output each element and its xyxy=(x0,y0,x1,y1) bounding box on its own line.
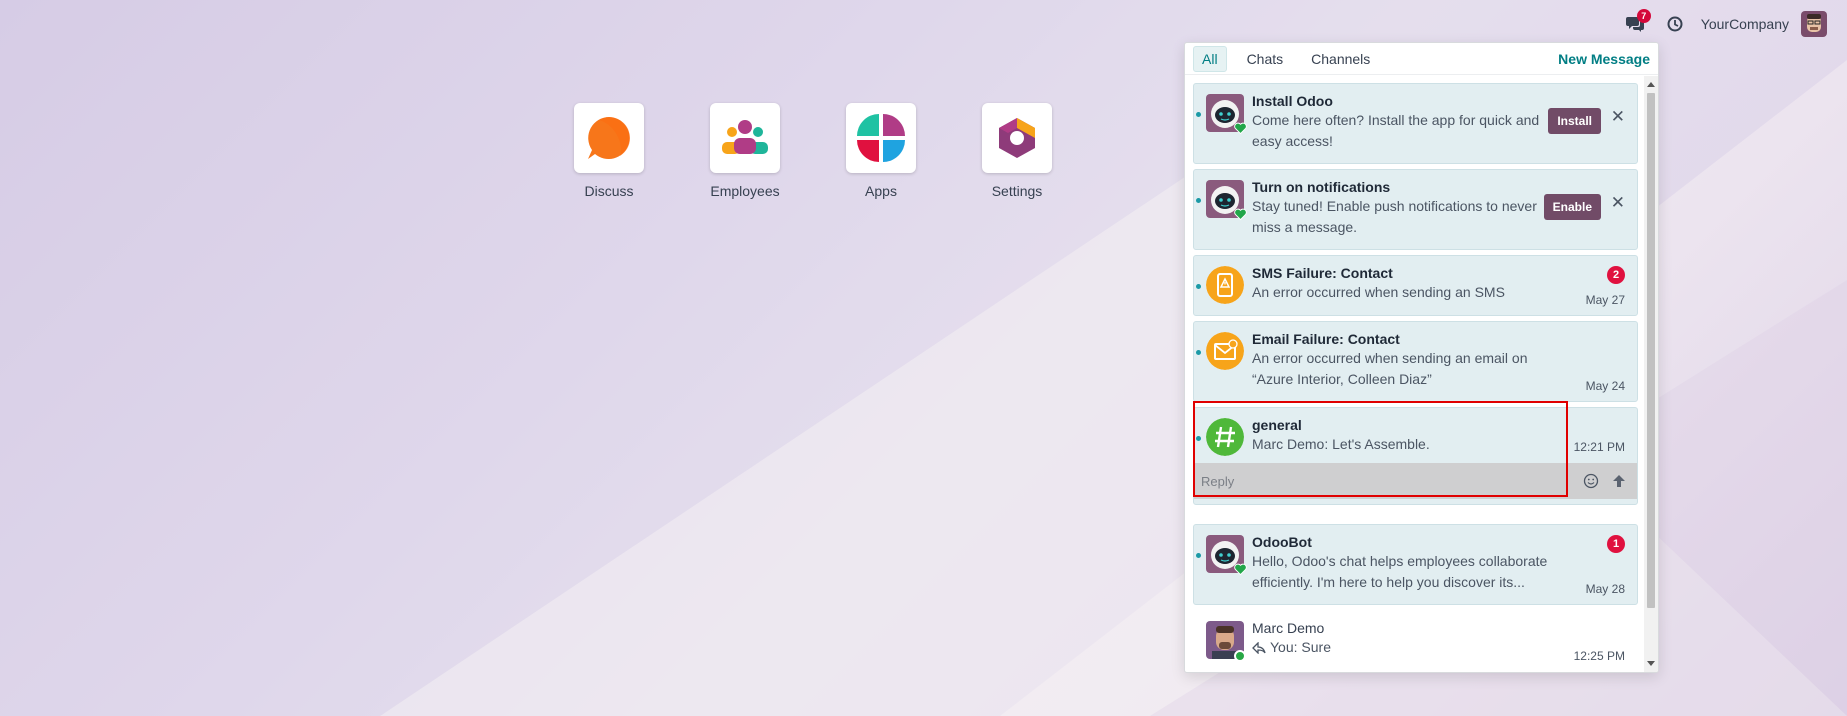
settings-icon xyxy=(999,118,1035,158)
unread-dot xyxy=(1196,284,1201,289)
hashtag-icon xyxy=(1206,418,1244,456)
navbar-systray: 7 YourCompany xyxy=(1621,9,1827,37)
heart-icon xyxy=(1234,208,1247,221)
unread-count-badge: 1 xyxy=(1607,535,1625,553)
conversation-preview: Hello, Odoo's chat helps employees colla… xyxy=(1252,553,1548,590)
app-label: Settings xyxy=(991,183,1043,199)
app-apps[interactable]: Apps xyxy=(813,103,949,199)
conversation-title: OdooBot xyxy=(1252,534,1312,550)
messaging-menu-button[interactable]: 7 xyxy=(1621,9,1651,36)
app-label: Discuss xyxy=(584,183,634,199)
list-item-notifications[interactable]: Turn on notifications Stay tuned! Enable… xyxy=(1193,169,1638,250)
unread-dot xyxy=(1196,350,1201,355)
unread-count-badge: 2 xyxy=(1607,266,1625,284)
clock-icon xyxy=(1667,16,1683,32)
app-grid: Discuss Employees Apps Settings xyxy=(541,103,1085,199)
heart-icon xyxy=(1234,563,1247,576)
new-message-button[interactable]: New Message xyxy=(1558,51,1650,67)
conversation-title: SMS Failure: Contact xyxy=(1252,265,1393,281)
conversation-preview: An error occurred when sending an SMS xyxy=(1252,284,1505,300)
conversation-title: Email Failure: Contact xyxy=(1252,331,1400,347)
reply-composer xyxy=(1194,463,1637,499)
app-settings[interactable]: Settings xyxy=(949,103,1085,199)
app-tile xyxy=(982,103,1052,173)
apps-icon xyxy=(857,114,905,162)
unread-dot xyxy=(1196,553,1201,558)
scroll-up-arrow-icon[interactable] xyxy=(1647,82,1655,87)
app-tile xyxy=(574,103,644,173)
reply-arrow-icon xyxy=(1252,641,1266,654)
discuss-icon xyxy=(588,117,630,159)
conversation-preview: You: Sure xyxy=(1270,639,1331,655)
conversation-time: May 28 xyxy=(1585,582,1625,596)
send-arrow-icon[interactable] xyxy=(1611,473,1627,489)
messaging-panel: All Chats Channels New Message Install O… xyxy=(1184,42,1659,673)
emoji-icon[interactable] xyxy=(1583,473,1599,489)
enable-button[interactable]: Enable xyxy=(1543,194,1601,220)
conversation-time: May 24 xyxy=(1585,379,1625,393)
tab-all[interactable]: All xyxy=(1193,45,1227,72)
unread-dot xyxy=(1196,436,1201,441)
user-avatar[interactable] xyxy=(1801,11,1827,37)
conversation-list: Install Odoo Come here often? Install th… xyxy=(1185,76,1646,672)
reply-input[interactable] xyxy=(1194,463,1564,499)
company-switcher[interactable]: YourCompany xyxy=(1701,16,1789,32)
conversation-preview: An error occurred when sending an email … xyxy=(1252,350,1528,387)
tab-channels[interactable]: Channels xyxy=(1303,47,1378,71)
conversation-time: 12:21 PM xyxy=(1573,440,1625,454)
phone-warning-icon xyxy=(1206,266,1244,304)
close-icon[interactable]: ✕ xyxy=(1611,107,1625,127)
app-employees[interactable]: Employees xyxy=(677,103,813,199)
messaging-tabs: All Chats Channels New Message xyxy=(1185,43,1658,75)
list-item-general[interactable]: general Marc Demo: Let's Assemble. 12:21… xyxy=(1193,407,1638,505)
conversation-preview: Marc Demo: Let's Assemble. xyxy=(1252,436,1430,452)
unread-dot xyxy=(1196,112,1201,117)
conversation-preview: Stay tuned! Enable push notifications to… xyxy=(1252,198,1537,235)
app-label: Employees xyxy=(710,183,780,199)
sms-failure-avatar xyxy=(1206,266,1244,304)
conversation-title: Marc Demo xyxy=(1252,620,1325,636)
list-item-odoobot[interactable]: OdooBot Hello, Odoo's chat helps employe… xyxy=(1193,524,1638,605)
heart-icon xyxy=(1234,122,1247,135)
list-item-sms-failure[interactable]: SMS Failure: Contact An error occurred w… xyxy=(1193,255,1638,316)
conversation-title: general xyxy=(1252,417,1302,433)
list-item-marc-demo[interactable]: Marc Demo You: Sure 12:25 PM xyxy=(1193,610,1638,672)
employees-icon xyxy=(722,120,768,154)
activity-menu-button[interactable] xyxy=(1663,12,1687,36)
app-tile xyxy=(846,103,916,173)
list-item-email-failure[interactable]: Email Failure: Contact An error occurred… xyxy=(1193,321,1638,402)
conversation-preview-row: You: Sure xyxy=(1252,637,1542,658)
scroll-down-arrow-icon[interactable] xyxy=(1647,661,1655,666)
app-tile xyxy=(710,103,780,173)
conversation-scrollbar[interactable] xyxy=(1644,76,1658,672)
envelope-warning-icon xyxy=(1206,332,1244,370)
online-status-dot xyxy=(1234,650,1246,662)
email-failure-avatar xyxy=(1206,332,1244,370)
list-item-install-odoo[interactable]: Install Odoo Come here often? Install th… xyxy=(1193,83,1638,164)
messaging-badge: 7 xyxy=(1636,9,1651,23)
install-button[interactable]: Install xyxy=(1548,108,1601,134)
tab-chats[interactable]: Chats xyxy=(1239,47,1292,71)
unread-dot xyxy=(1196,198,1201,203)
scroll-thumb[interactable] xyxy=(1647,93,1655,608)
close-icon[interactable]: ✕ xyxy=(1611,193,1625,213)
conversation-time: 12:25 PM xyxy=(1573,649,1625,663)
conversation-time: May 27 xyxy=(1585,293,1625,307)
app-discuss[interactable]: Discuss xyxy=(541,103,677,199)
user-avatar-icon xyxy=(1801,11,1827,37)
channel-avatar xyxy=(1206,418,1244,456)
conversation-preview: Come here often? Install the app for qui… xyxy=(1252,112,1540,149)
app-label: Apps xyxy=(865,183,897,199)
